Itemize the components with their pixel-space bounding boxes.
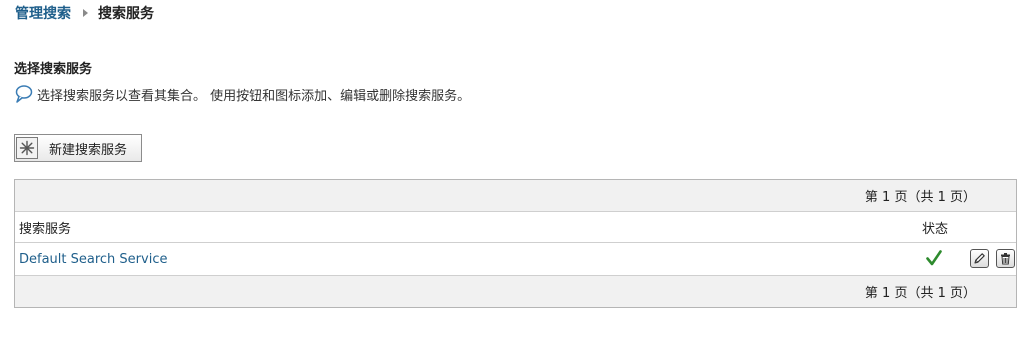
column-header-service: 搜索服务 — [19, 221, 72, 237]
edit-pencil-icon[interactable] — [970, 249, 989, 268]
delete-trash-icon[interactable] — [996, 249, 1015, 268]
default-search-service-link[interactable]: Default Search Service — [19, 252, 167, 267]
section-title: 选择搜索服务 — [14, 62, 93, 77]
new-star-icon — [16, 137, 38, 159]
breadcrumb: 管理搜索 搜索服务 — [15, 3, 154, 23]
table-header-row: 搜索服务 状态 — [15, 212, 1016, 243]
speech-bubble-icon — [15, 85, 33, 103]
info-line: 选择搜索服务以查看其集合。 使用按钮和图标添加、编辑或删除搜索服务。 — [14, 84, 470, 104]
pager-top: 第 1 页（共 1 页） — [15, 180, 1016, 212]
new-search-service-button[interactable]: 新建搜索服务 — [14, 134, 142, 162]
section-description: 选择搜索服务以查看其集合。 使用按钮和图标添加、编辑或删除搜索服务。 — [37, 88, 471, 104]
breadcrumb-current: 搜索服务 — [98, 6, 154, 22]
column-header-status: 状态 — [922, 221, 949, 237]
new-search-service-label: 新建搜索服务 — [49, 142, 128, 158]
pager-top-text: 第 1 页（共 1 页） — [864, 190, 976, 205]
search-services-table: 第 1 页（共 1 页） 搜索服务 状态 Default Search Serv… — [14, 179, 1017, 308]
check-icon — [926, 250, 942, 266]
breadcrumb-manage-search-link[interactable]: 管理搜索 — [15, 3, 71, 23]
table-row: Default Search Service — [15, 243, 1016, 275]
pager-bottom-text: 第 1 页（共 1 页） — [864, 286, 976, 301]
pager-bottom: 第 1 页（共 1 页） — [15, 275, 1016, 307]
breadcrumb-separator-icon — [83, 9, 88, 17]
